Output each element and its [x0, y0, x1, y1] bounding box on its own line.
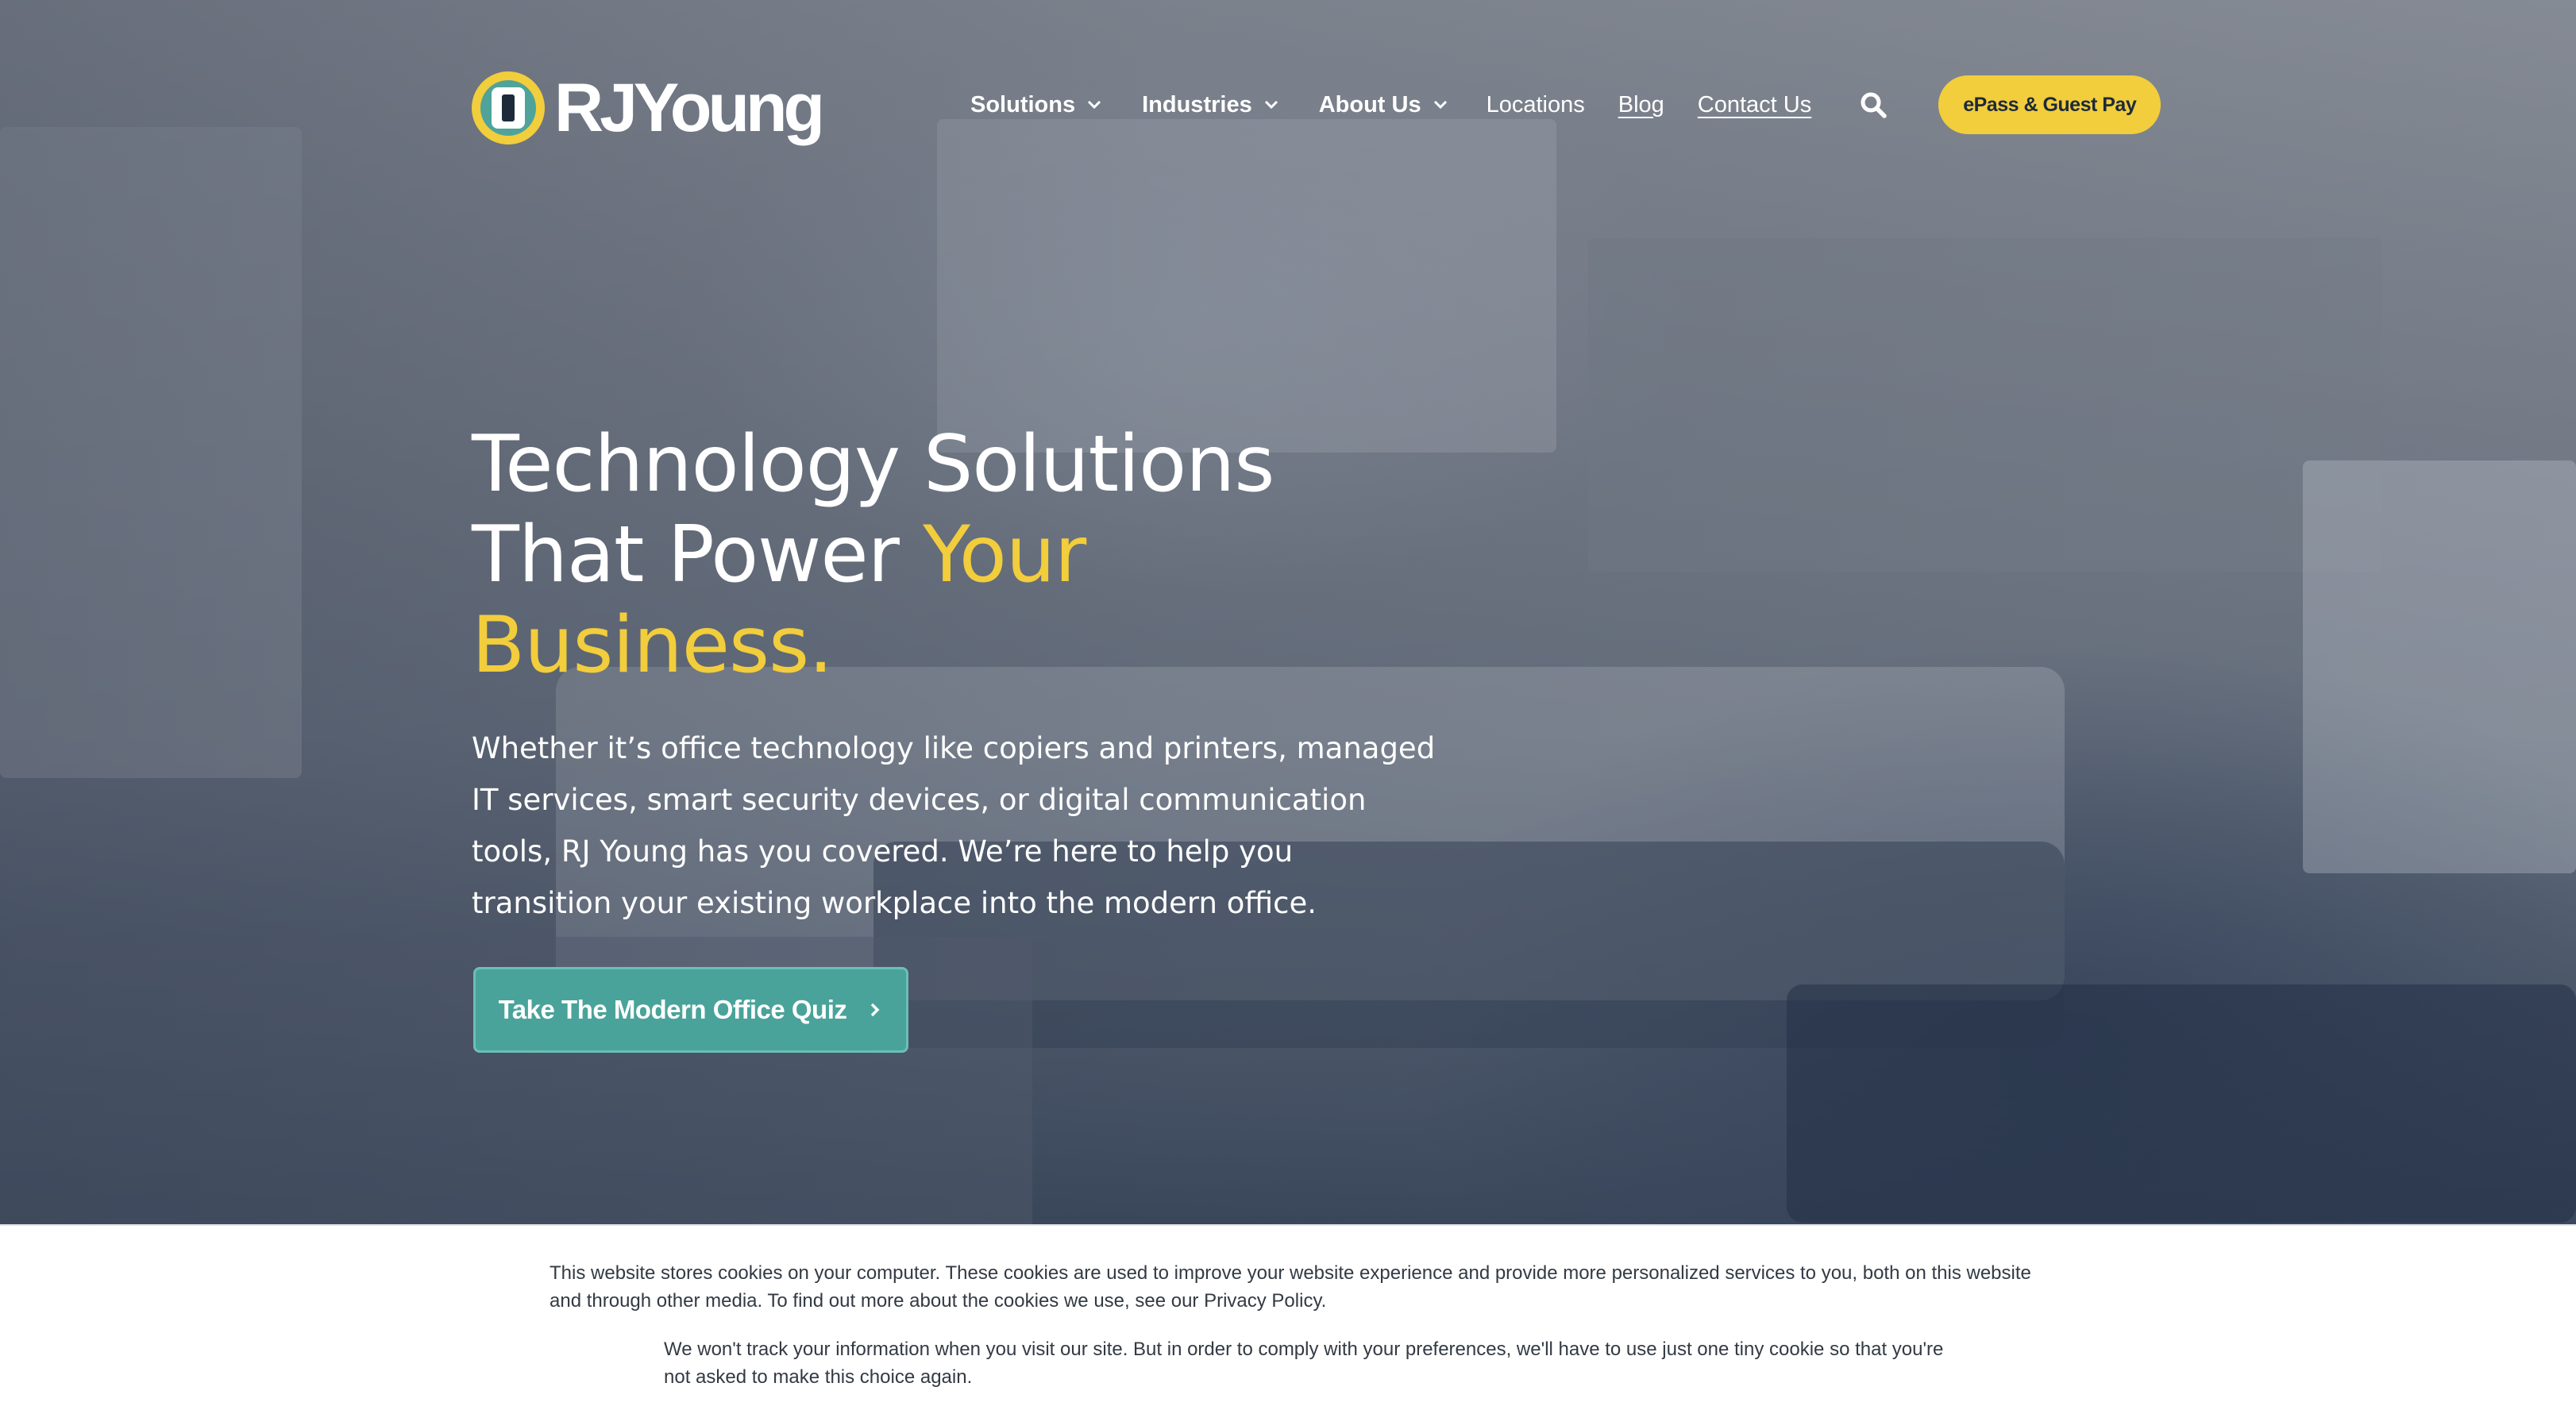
- hero-title-line2-accent: Your: [923, 510, 1086, 600]
- logo-ring: [480, 80, 536, 136]
- rjyoung-logo[interactable]: RJYoung: [472, 70, 825, 146]
- nav-blog[interactable]: Blog: [1618, 92, 1664, 118]
- rjyoung-logo-icon: [472, 71, 545, 144]
- nav-blog-label: Blog: [1618, 91, 1664, 118]
- chevron-right-icon: [867, 1000, 883, 1019]
- nav-about-us[interactable]: About Us: [1319, 92, 1450, 118]
- nav-about-us-label: About Us: [1318, 91, 1421, 118]
- hero-subtitle: Whether it’s office technology like copi…: [472, 731, 1436, 920]
- site-header: RJYoung Solutions Industries About Us Lo…: [0, 0, 2576, 208]
- cookie-decline-text: We won't track your information when you…: [664, 1339, 1944, 1388]
- hero-title-line3-accent: Business.: [472, 600, 833, 691]
- main-nav: Solutions Industries About Us Locations: [970, 75, 2161, 134]
- chevron-down-icon: [1262, 95, 1281, 114]
- nav-locations-label: Locations: [1486, 91, 1585, 118]
- nav-industries-label: Industries: [1142, 91, 1252, 118]
- nav-industries[interactable]: Industries: [1142, 92, 1281, 118]
- search-icon[interactable]: [1856, 87, 1891, 122]
- page: RJYoung Solutions Industries About Us Lo…: [0, 0, 2576, 1410]
- epass-guest-pay-button[interactable]: ePass & Guest Pay: [1938, 75, 2161, 134]
- chevron-down-icon: [1431, 95, 1450, 114]
- nav-locations[interactable]: Locations: [1487, 92, 1585, 118]
- nav-solutions[interactable]: Solutions: [970, 92, 1104, 118]
- hero-title-line2-plain: That Power: [472, 510, 924, 600]
- nav-solutions-label: Solutions: [970, 91, 1076, 118]
- modern-office-quiz-button[interactable]: Take The Modern Office Quiz: [473, 967, 908, 1053]
- chevron-down-icon: [1085, 95, 1104, 114]
- logo-slot: [502, 94, 515, 121]
- hero-title: Technology Solutions That Power Your Bus…: [472, 419, 1472, 691]
- logo-wordmark: RJYoung: [554, 70, 825, 146]
- quiz-button-label: Take The Modern Office Quiz: [498, 995, 847, 1024]
- cookie-notice-text: This website stores cookies on your comp…: [550, 1262, 2031, 1312]
- logo-inner: [492, 87, 525, 129]
- nav-contact-us[interactable]: Contact Us: [1698, 92, 1811, 118]
- cookie-banner: This website stores cookies on your comp…: [0, 1224, 2576, 1410]
- nav-contact-us-label: Contact Us: [1697, 91, 1812, 118]
- hero-title-line1: Technology Solutions: [472, 419, 1275, 510]
